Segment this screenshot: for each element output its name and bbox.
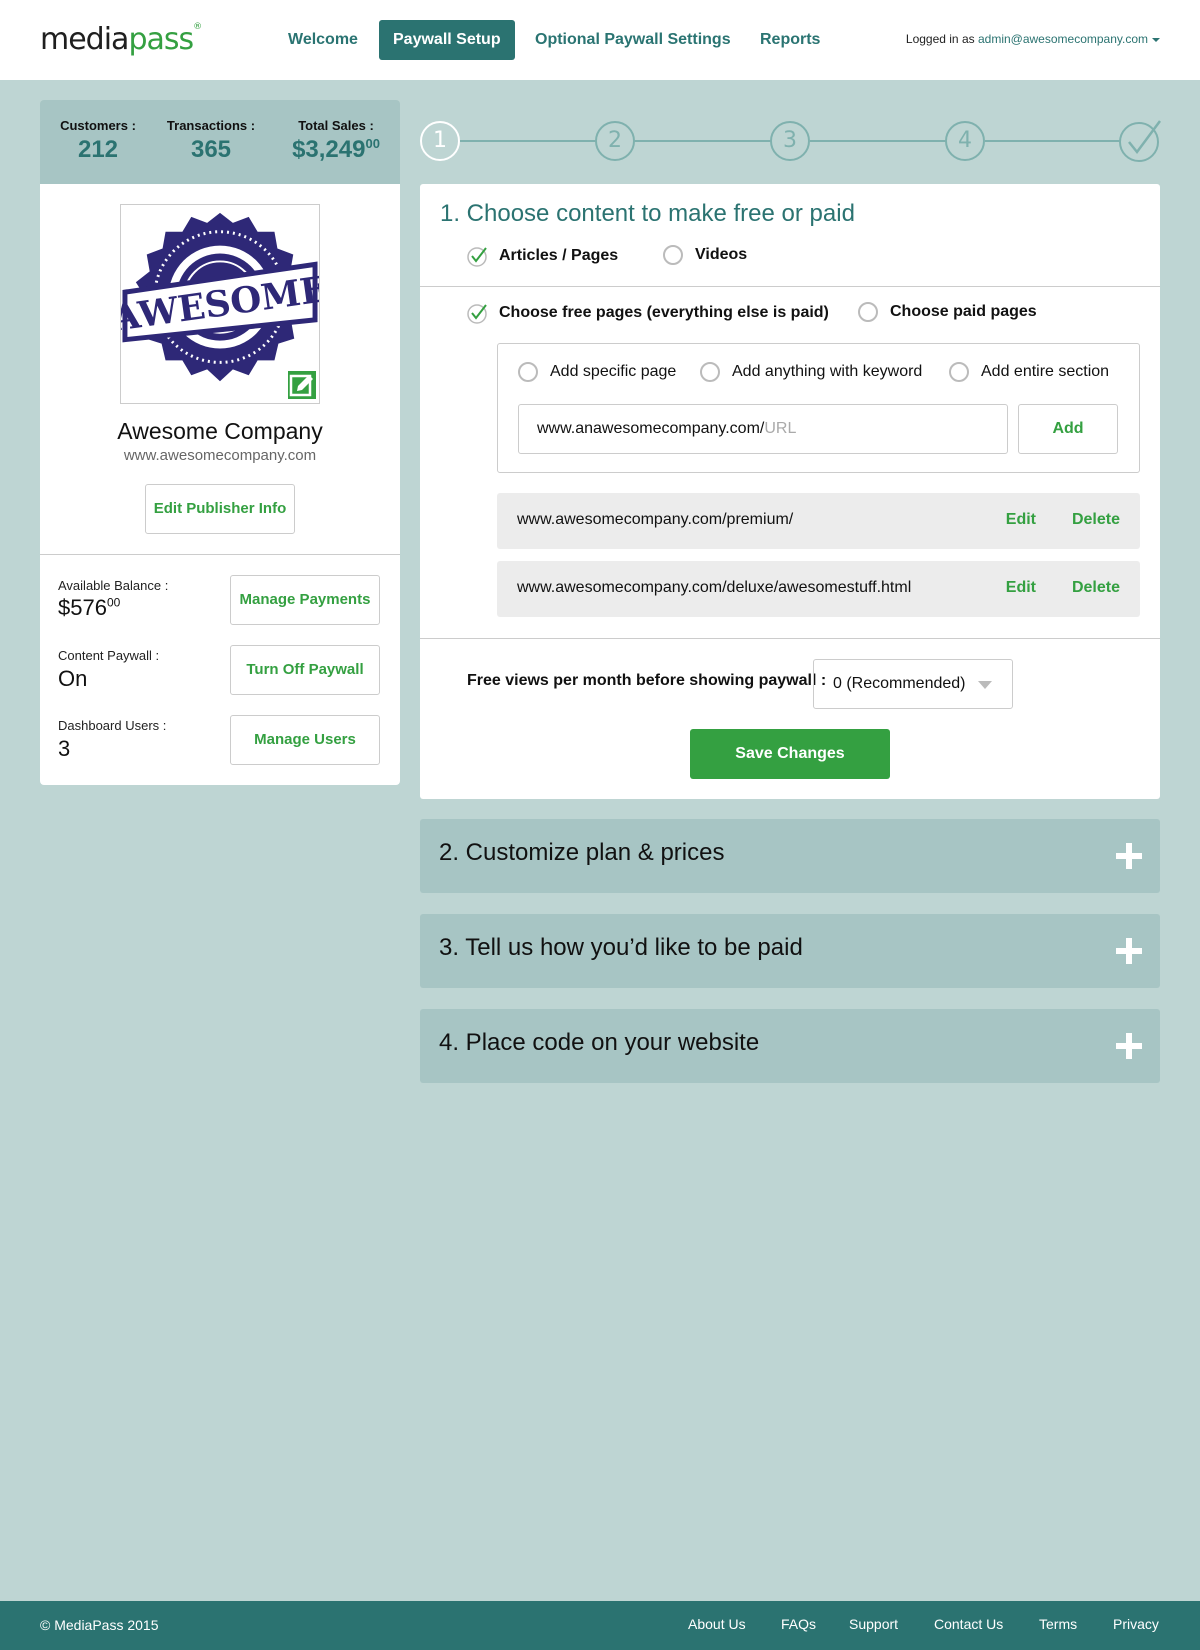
paywall-value: On: [58, 666, 88, 691]
footer-link-contact[interactable]: Contact Us: [934, 1616, 1003, 1632]
copyright: © MediaPass 2015: [40, 1617, 159, 1633]
delete-rule-button[interactable]: Delete: [1072, 511, 1120, 529]
url-placeholder: URL: [764, 420, 797, 437]
free-views-select[interactable]: 0 (Recommended): [813, 659, 1013, 709]
free-views-label: Free views per month before showing payw…: [467, 672, 827, 689]
publisher-logo: AWESOME: [109, 204, 330, 404]
publisher-url: www.awesomecompany.com: [123, 447, 317, 464]
section-1-panel: 1. Choose content to make free or paid A…: [420, 184, 1160, 799]
top-header: mediapass® Welcome Paywall Setup Optiona…: [0, 0, 1200, 80]
manage-payments-button[interactable]: Manage Payments: [230, 575, 380, 625]
publisher-sidebar: AWESOME Awesome Company www.awesomecompa…: [40, 184, 400, 785]
footer-link-privacy[interactable]: Privacy: [1113, 1616, 1159, 1632]
panel-divider: [420, 286, 1160, 287]
nav-paywall-setup[interactable]: Paywall Setup: [379, 20, 515, 60]
step-connector: [458, 140, 596, 142]
edit-publisher-info-button[interactable]: Edit Publisher Info: [145, 484, 295, 534]
radio-icon: [949, 362, 969, 382]
option-paid-pages[interactable]: Choose paid pages: [858, 302, 1037, 322]
url-rule-row: www.awesomecompany.com/deluxe/awesomestu…: [497, 561, 1140, 617]
users-value: 3: [58, 736, 71, 761]
expand-plus-icon[interactable]: [1116, 1033, 1142, 1059]
option-add-specific-page[interactable]: Add specific page: [518, 362, 676, 382]
option-free-pages[interactable]: Choose free pages (everything else is pa…: [467, 302, 829, 324]
manage-users-button[interactable]: Manage Users: [230, 715, 380, 765]
footer: © MediaPass 2015 About Us FAQs Support C…: [0, 1601, 1200, 1650]
add-rule-box: Add specific page Add anything with keyw…: [497, 343, 1140, 473]
users-label: Dashboard Users :: [58, 718, 167, 733]
step-1[interactable]: 1: [420, 121, 460, 161]
sidebar-divider: [40, 554, 400, 555]
step-2[interactable]: 2: [595, 121, 635, 161]
step-connector: [634, 140, 772, 142]
nav-reports[interactable]: Reports: [760, 20, 820, 60]
footer-link-terms[interactable]: Terms: [1039, 1616, 1077, 1632]
login-status[interactable]: Logged in as admin@awesomecompany.com: [906, 32, 1160, 46]
add-url-button[interactable]: Add: [1018, 404, 1118, 454]
option-articles-pages[interactable]: Articles / Pages: [467, 245, 618, 267]
stats-bar: Customers : 212 Transactions : 365 Total…: [40, 100, 400, 184]
footer-link-faqs[interactable]: FAQs: [781, 1616, 816, 1632]
url-input[interactable]: www.anawesomecompany.com/URL: [518, 404, 1008, 454]
url-rule-row: www.awesomecompany.com/premium/ Edit Del…: [497, 493, 1140, 549]
step-3[interactable]: 3: [770, 121, 810, 161]
nav-welcome[interactable]: Welcome: [288, 20, 358, 60]
stat-total-sales: Total Sales : $3,24900: [292, 118, 380, 163]
radio-icon: [700, 362, 720, 382]
caret-down-icon: [1152, 37, 1160, 42]
footer-link-support[interactable]: Support: [849, 1616, 898, 1632]
section-4-header[interactable]: 4. Place code on your website: [420, 1009, 1160, 1083]
edit-rule-button[interactable]: Edit: [1006, 511, 1036, 529]
footer-link-about[interactable]: About Us: [688, 1616, 746, 1632]
publisher-name: Awesome Company: [117, 418, 323, 444]
turn-off-paywall-button[interactable]: Turn Off Paywall: [230, 645, 380, 695]
option-videos[interactable]: Videos: [663, 245, 747, 265]
section-2-header[interactable]: 2. Customize plan & prices: [420, 819, 1160, 893]
radio-icon: [518, 362, 538, 382]
expand-plus-icon[interactable]: [1116, 843, 1142, 869]
step-complete-check-icon: [1119, 120, 1162, 162]
option-add-keyword[interactable]: Add anything with keyword: [700, 362, 922, 382]
option-add-section[interactable]: Add entire section: [949, 362, 1109, 382]
save-changes-button[interactable]: Save Changes: [690, 729, 890, 779]
panel-divider: [420, 638, 1160, 639]
section-3-header[interactable]: 3. Tell us how you’d like to be paid: [420, 914, 1160, 988]
radio-icon: [663, 245, 683, 265]
edit-rule-button[interactable]: Edit: [1006, 579, 1036, 597]
step-connector: [985, 140, 1121, 142]
stat-transactions: Transactions : 365: [166, 118, 256, 163]
nav-optional-paywall-settings[interactable]: Optional Paywall Settings: [535, 20, 731, 60]
radio-icon: [858, 302, 878, 322]
balance-value: $57600: [58, 595, 121, 620]
balance-label: Available Balance :: [58, 578, 169, 593]
mediapass-logo[interactable]: mediapass®: [40, 22, 202, 57]
checked-icon: [467, 304, 487, 324]
step-4[interactable]: 4: [945, 121, 985, 161]
edit-logo-icon[interactable]: [287, 370, 317, 400]
step-connector: [810, 140, 947, 142]
dropdown-arrow-icon: [978, 681, 992, 689]
stat-customers: Customers : 212: [60, 118, 136, 163]
paywall-label: Content Paywall :: [58, 648, 160, 663]
delete-rule-button[interactable]: Delete: [1072, 579, 1120, 597]
expand-plus-icon[interactable]: [1116, 938, 1142, 964]
login-email: admin@awesomecompany.com: [977, 32, 1148, 46]
section-1-title: 1. Choose content to make free or paid: [440, 200, 855, 227]
checked-icon: [467, 247, 487, 267]
